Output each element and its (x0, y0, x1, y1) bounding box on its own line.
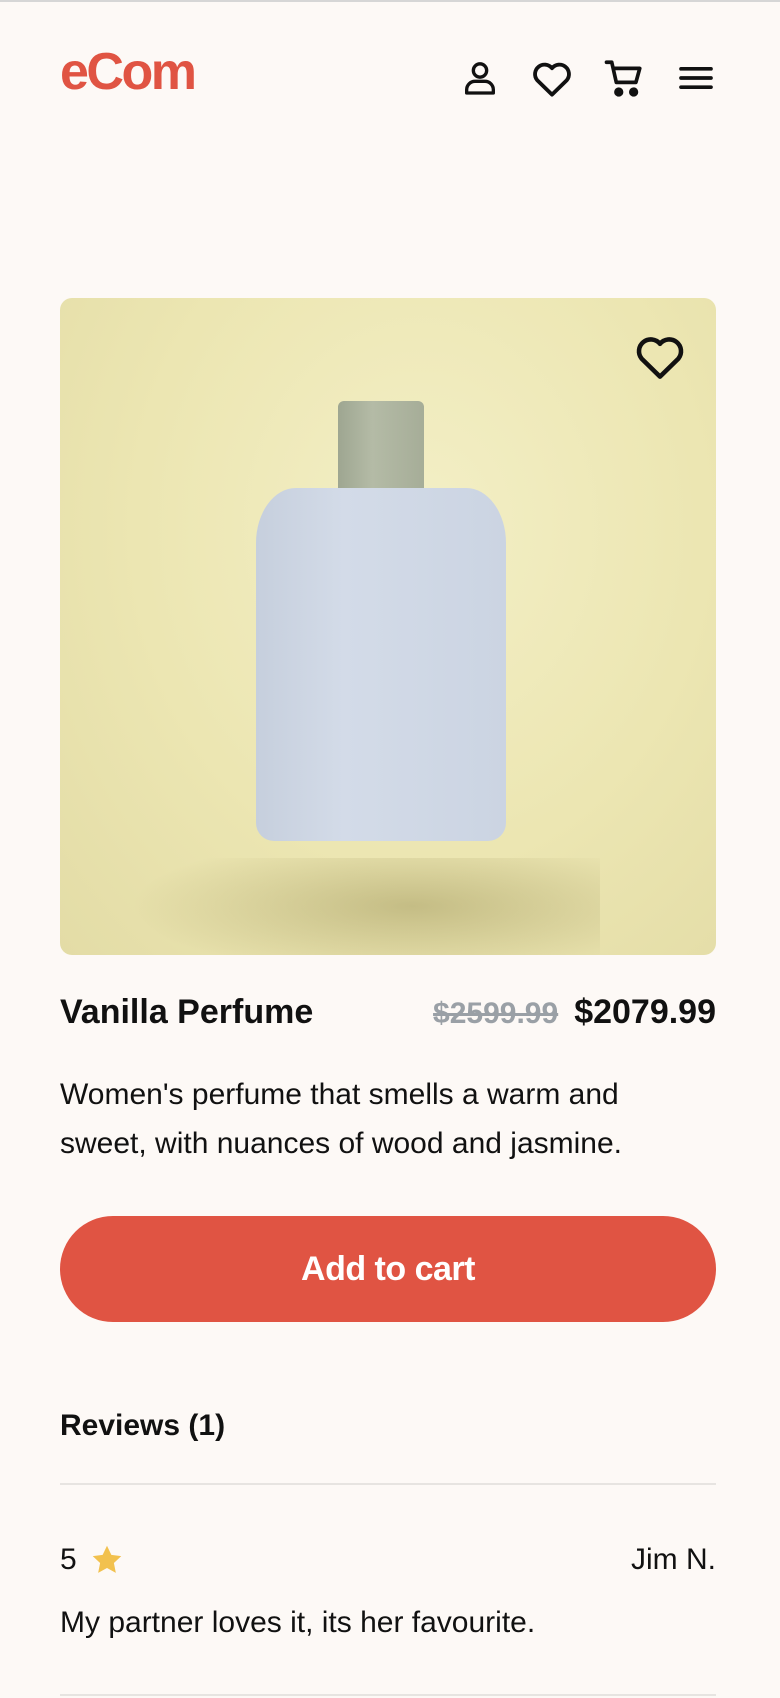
top-divider (0, 0, 780, 2)
price-group: $2599.99 $2079.99 (433, 990, 716, 1036)
favorite-heart-icon[interactable] (634, 332, 686, 382)
heart-icon[interactable] (528, 54, 576, 102)
user-icon[interactable] (456, 54, 504, 102)
star-icon (92, 1545, 121, 1573)
bottle-cap (338, 401, 424, 501)
cart-icon[interactable] (600, 54, 648, 102)
product-info: Vanilla Perfume $2599.99 $2079.99 (60, 990, 716, 1034)
bottle-body (256, 488, 506, 841)
review-divider (60, 1694, 716, 1696)
add-to-cart-button[interactable]: Add to cart (60, 1216, 716, 1322)
review-author: Jim N. (631, 1543, 716, 1576)
product-name: Vanilla Perfume (60, 993, 314, 1031)
reviews-heading: Reviews (1) (60, 1409, 226, 1442)
logo[interactable]: eCom (60, 40, 197, 104)
current-price: $2079.99 (574, 993, 716, 1031)
review-text: My partner loves it, its her favourite. (60, 1606, 536, 1639)
menu-icon[interactable] (672, 54, 720, 102)
bottle-shadow (130, 858, 600, 955)
reviews-divider (60, 1483, 716, 1485)
review-rating: 5 (60, 1536, 125, 1584)
product-image[interactable] (60, 298, 716, 955)
header-actions (432, 54, 720, 102)
review-header: 5 Jim N. (60, 1536, 716, 1584)
old-price: $2599.99 (433, 997, 559, 1030)
rating-value: 5 (60, 1543, 77, 1576)
product-description: Women's perfume that smells a warm and s… (60, 1078, 622, 1160)
site-header: eCom (60, 40, 720, 120)
